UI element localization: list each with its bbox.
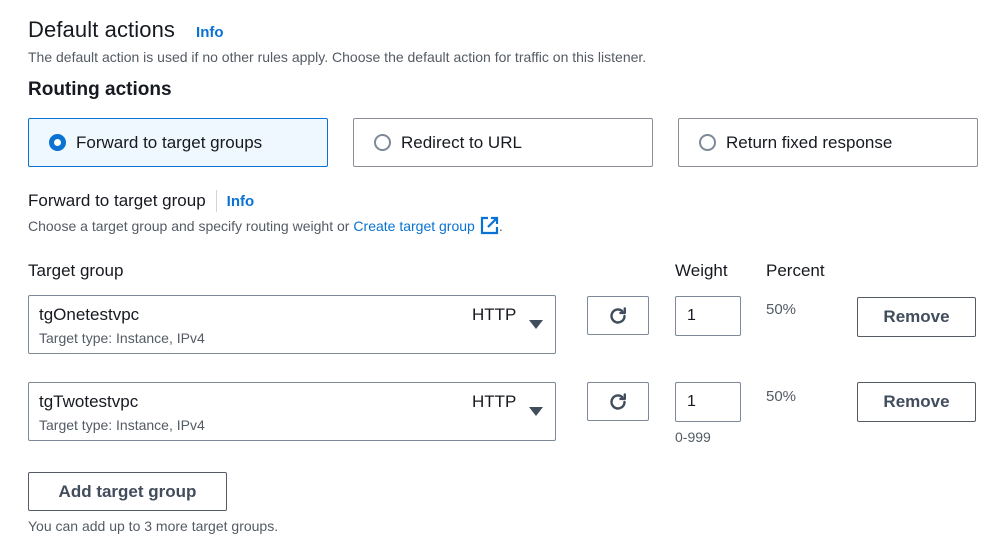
- radio-unselected-icon: [374, 134, 391, 151]
- forward-description: Choose a target group and specify routin…: [28, 216, 503, 235]
- refresh-icon: [610, 306, 626, 324]
- weight-input[interactable]: [675, 296, 741, 336]
- forward-title: Forward to target group: [28, 191, 206, 210]
- forward-desc-suffix: .: [498, 217, 503, 234]
- refresh-icon: [610, 392, 626, 410]
- column-target-group: Target group: [28, 261, 124, 280]
- caret-down-icon: [529, 407, 543, 416]
- remove-button[interactable]: Remove: [857, 382, 976, 422]
- option-label: Redirect to URL: [401, 132, 522, 152]
- refresh-button[interactable]: [587, 382, 649, 421]
- remove-button[interactable]: Remove: [857, 297, 976, 337]
- section-description: The default action is used if no other r…: [28, 49, 647, 65]
- section-title: Default actions: [28, 17, 176, 42]
- add-target-group-button[interactable]: Add target group: [28, 472, 227, 511]
- percent-value: 50%: [766, 301, 797, 318]
- option-label: Return fixed response: [726, 132, 893, 152]
- forward-info-link[interactable]: Info: [227, 193, 255, 210]
- target-group-select[interactable]: tgTwotestvpc HTTP Target type: Instance,…: [28, 382, 556, 441]
- info-link[interactable]: Info: [196, 24, 224, 41]
- forward-desc-text: Choose a target group and specify routin…: [28, 217, 350, 234]
- target-group-name: tgTwotestvpc: [39, 392, 139, 411]
- option-forward-to-target-groups[interactable]: Forward to target groups: [28, 118, 328, 167]
- weight-input[interactable]: [675, 382, 741, 422]
- external-link-icon[interactable]: [480, 216, 499, 235]
- option-label: Forward to target groups: [76, 132, 263, 152]
- target-group-protocol: HTTP: [472, 392, 517, 411]
- column-percent: Percent: [766, 261, 825, 280]
- option-redirect-to-url[interactable]: Redirect to URL: [353, 118, 653, 167]
- column-weight: Weight: [675, 261, 728, 280]
- divider: [215, 190, 217, 212]
- refresh-button[interactable]: [587, 296, 649, 335]
- radio-unselected-icon: [699, 134, 716, 151]
- percent-value: 50%: [766, 388, 797, 405]
- target-group-select[interactable]: tgOnetestvpc HTTP Target type: Instance,…: [28, 295, 556, 354]
- radio-selected-icon: [49, 134, 66, 151]
- target-group-protocol: HTTP: [472, 305, 517, 324]
- target-group-name: tgOnetestvpc: [39, 305, 140, 324]
- routing-actions-title: Routing actions: [28, 79, 172, 100]
- footer-note: You can add up to 3 more target groups.: [28, 518, 279, 534]
- target-group-subtitle: Target type: Instance, IPv4: [39, 417, 205, 433]
- caret-down-icon: [529, 320, 543, 329]
- weight-hint: 0-999: [675, 429, 711, 445]
- create-target-group-link[interactable]: Create target group: [353, 218, 474, 234]
- option-return-fixed-response[interactable]: Return fixed response: [678, 118, 978, 167]
- target-group-subtitle: Target type: Instance, IPv4: [39, 330, 205, 346]
